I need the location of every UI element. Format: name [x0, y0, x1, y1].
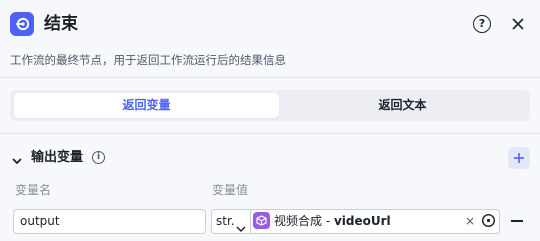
output-section-title: 输出变量 [31, 150, 84, 165]
add-variable-button[interactable] [508, 147, 530, 169]
panel-header: 结束 ? [0, 0, 540, 48]
tab-return-text[interactable]: 返回文本 [279, 93, 526, 118]
divider [0, 133, 540, 134]
tab-return-variable[interactable]: 返回变量 [14, 93, 279, 118]
column-header-value: 变量值 [212, 183, 249, 197]
end-node-panel: 结束 ? 工作流的最终节点，用于返回工作流运行后的结果信息 返回变量 返回文本 … [0, 0, 540, 241]
chevron-down-icon[interactable] [11, 152, 23, 165]
video-node-icon [253, 212, 270, 229]
clear-reference-button[interactable]: × [465, 212, 475, 230]
node-description: 工作流的最终节点，用于返回工作流运行后的结果信息 [10, 53, 286, 67]
column-header-name: 变量名 [15, 183, 52, 197]
info-icon[interactable]: i [92, 151, 105, 164]
chevron-down-icon[interactable] [236, 218, 246, 232]
reference-separator: - [322, 214, 334, 228]
remove-variable-button[interactable] [511, 220, 523, 222]
plus-icon [514, 153, 524, 163]
help-icon[interactable]: ? [473, 15, 491, 33]
end-node-icon [10, 12, 34, 36]
panel-title: 结束 [44, 14, 78, 34]
reference-variable-name: videoUrl [333, 214, 391, 228]
divider [0, 77, 540, 78]
close-icon[interactable] [508, 14, 528, 34]
reference-node-name: 视频合成 [274, 214, 323, 228]
variable-name-input[interactable]: output [13, 209, 206, 234]
target-icon[interactable] [481, 213, 496, 228]
return-mode-toggle: 返回变量 返回文本 [10, 90, 530, 121]
variable-reference-label: 视频合成 - videoUrl [274, 212, 391, 230]
